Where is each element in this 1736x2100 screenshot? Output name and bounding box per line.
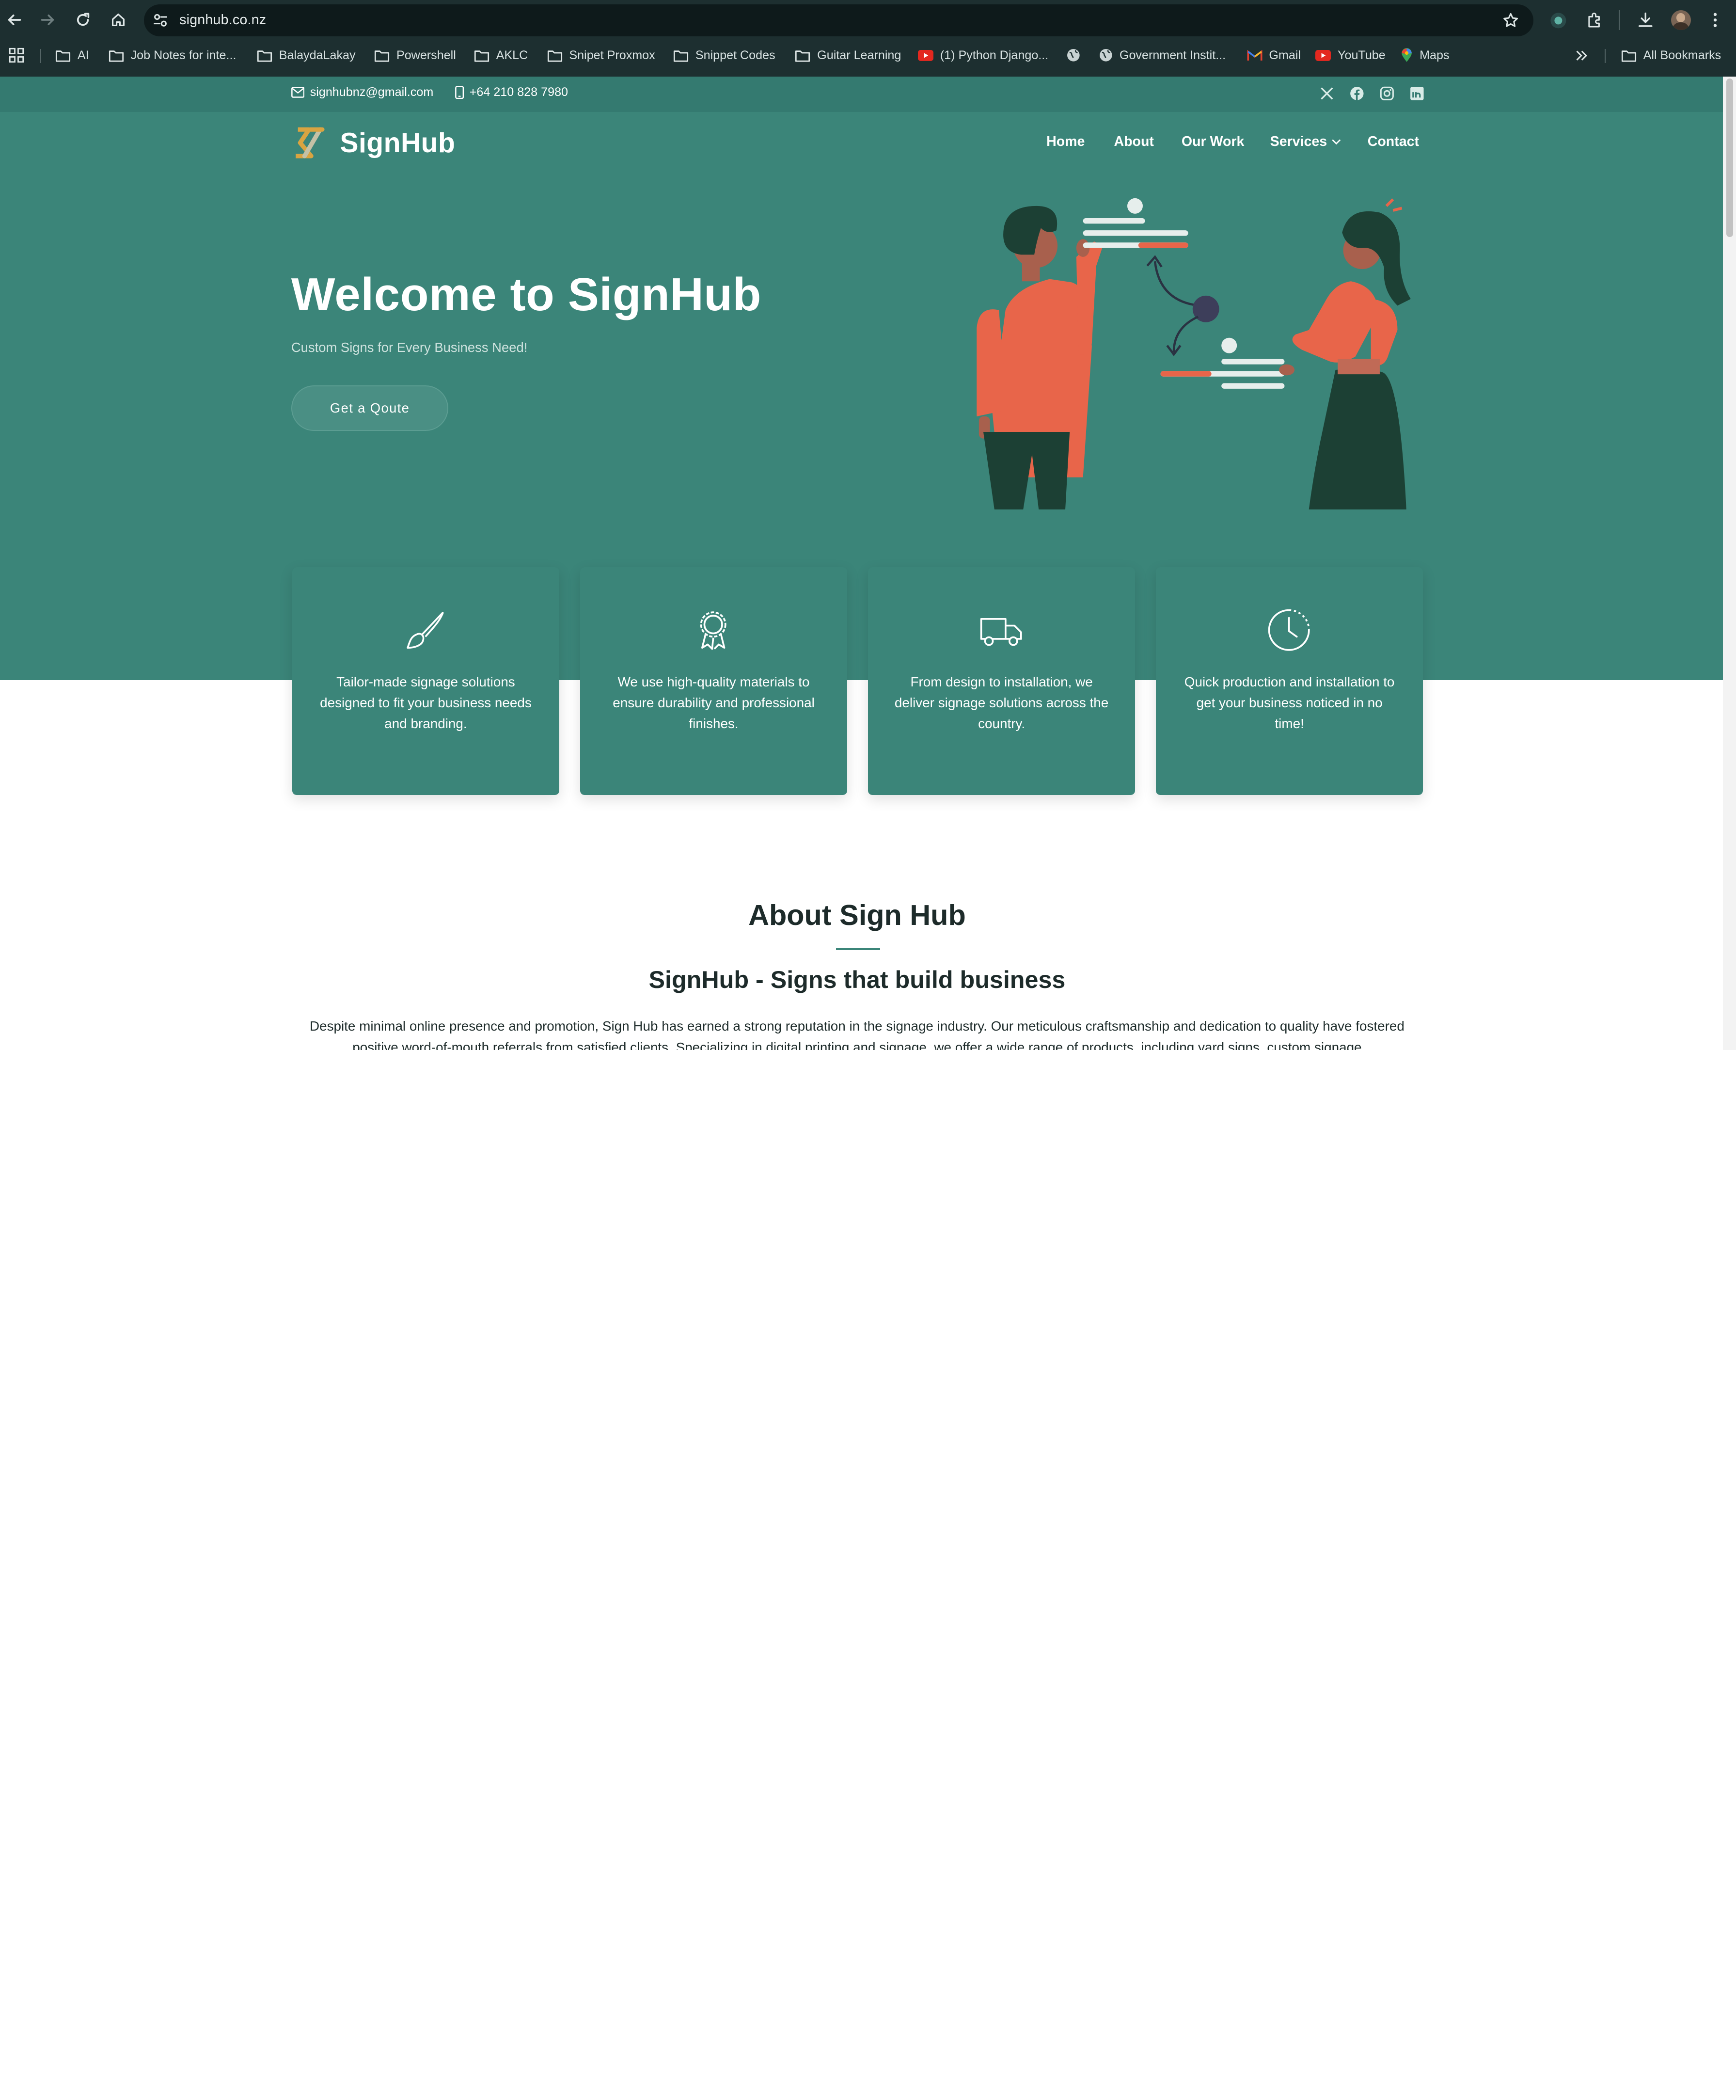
youtube-icon: [918, 49, 934, 61]
bookmark-ai[interactable]: AI: [55, 43, 89, 67]
paintbrush-icon: [403, 608, 447, 652]
page-scrollbar[interactable]: [1723, 76, 1736, 1050]
apps-grid-icon[interactable]: [9, 48, 24, 63]
reload-icon[interactable]: [72, 9, 95, 31]
folder-icon: [474, 49, 489, 62]
feature-text: Quick production and installation to get…: [1184, 674, 1395, 732]
bookmark-maps[interactable]: Maps: [1401, 43, 1450, 67]
forward-icon[interactable]: [36, 9, 59, 31]
youtube-icon: [1315, 49, 1331, 61]
folder-icon: [55, 49, 71, 62]
folder-icon: [547, 49, 563, 62]
bookmark-globe[interactable]: [1066, 43, 1081, 67]
about-divider: [836, 948, 881, 951]
hero-subtitle: Custom Signs for Every Business Need!: [291, 340, 528, 355]
about-title: About Sign Hub: [748, 898, 966, 931]
bookmark-snippet-codes[interactable]: Snippet Codes: [673, 43, 775, 67]
home-icon[interactable]: [108, 9, 130, 31]
folder-icon: [257, 49, 272, 62]
nav-our-work[interactable]: Our Work: [1182, 134, 1245, 150]
feature-text: Tailor-made signage solutions designed t…: [320, 674, 532, 732]
feature-card-quality: We use high-quality materials to ensure …: [580, 567, 847, 795]
brand-name: SignHub: [340, 127, 456, 159]
address-bar[interactable]: signhub.co.nz: [144, 4, 1534, 37]
bookmark-star-icon[interactable]: [1502, 12, 1519, 29]
bookmark-aklc[interactable]: AKLC: [474, 43, 528, 67]
folder-icon: [374, 49, 390, 62]
award-icon: [691, 608, 735, 652]
bookmark-snipet-proxmox[interactable]: Snipet Proxmox: [547, 43, 655, 67]
gmail-icon: [1247, 49, 1263, 62]
folder-icon: [795, 49, 810, 62]
extension-icon[interactable]: [1549, 11, 1568, 30]
about-body: Despite minimal online presence and prom…: [309, 1018, 1405, 1050]
browser-window: signhub.co.nz AI Job Notes for inte... B…: [0, 0, 1736, 1050]
phone-link[interactable]: +64 210 828 7980: [455, 85, 568, 99]
feature-text: We use high-quality materials to ensure …: [613, 674, 815, 732]
facebook-icon[interactable]: [1350, 86, 1364, 101]
profile-avatar[interactable]: [1671, 10, 1691, 30]
truck-icon: [979, 608, 1023, 652]
bookmark-job-notes[interactable]: Job Notes for inte...: [109, 43, 236, 67]
contact-topbar: signhubnz@gmail.com +64 210 828 7980: [0, 76, 1736, 112]
more-bookmarks-icon[interactable]: [1575, 49, 1588, 62]
feature-text: From design to installation, we deliver …: [894, 674, 1109, 732]
download-icon[interactable]: [1637, 11, 1655, 29]
extensions-puzzle-icon[interactable]: [1586, 11, 1604, 29]
globe-icon: [1099, 48, 1113, 63]
clock-icon: [1267, 608, 1311, 652]
nav-services-label: Services: [1270, 134, 1327, 150]
folder-icon: [1621, 49, 1637, 62]
folder-icon: [109, 49, 124, 62]
feature-card-delivery: From design to installation, we deliver …: [868, 567, 1135, 795]
bookmark-youtube[interactable]: YouTube: [1315, 43, 1386, 67]
browser-chrome: signhub.co.nz AI Job Notes for inte... B…: [0, 0, 1736, 77]
linkedin-icon[interactable]: [1410, 86, 1424, 101]
feature-card-custom: Tailor-made signage solutions designed t…: [292, 567, 559, 795]
instagram-icon[interactable]: [1380, 86, 1394, 101]
signhub-logo-icon: [291, 125, 327, 160]
about-subtitle: SignHub - Signs that build business: [648, 966, 1066, 994]
hero-illustration: [952, 195, 1428, 509]
email-link[interactable]: signhubnz@gmail.com: [291, 85, 433, 99]
feature-card-speed: Quick production and installation to get…: [1156, 567, 1423, 795]
get-quote-button[interactable]: Get a Qoute: [291, 385, 449, 431]
site-info-icon[interactable]: [153, 13, 168, 28]
x-icon[interactable]: [1320, 86, 1334, 101]
url-text[interactable]: signhub.co.nz: [179, 12, 266, 28]
nav-services[interactable]: Services: [1270, 134, 1341, 150]
bookmarks-divider: [40, 48, 41, 64]
chevron-down-icon: [1331, 139, 1341, 145]
bookmark-python-django[interactable]: (1) Python Django...: [918, 43, 1048, 67]
all-bookmarks[interactable]: All Bookmarks: [1621, 43, 1721, 67]
globe-icon: [1066, 48, 1081, 63]
nav-home[interactable]: Home: [1046, 134, 1085, 150]
browser-menu-icon[interactable]: [1707, 11, 1723, 29]
nav-contact[interactable]: Contact: [1368, 134, 1419, 150]
hero-title: Welcome to SignHub: [291, 268, 762, 320]
bookmarks-divider: [1604, 48, 1606, 64]
bookmark-gmail[interactable]: Gmail: [1247, 43, 1301, 67]
nav-about[interactable]: About: [1114, 134, 1154, 150]
bookmark-powershell[interactable]: Powershell: [374, 43, 456, 67]
envelope-icon: [291, 87, 305, 98]
bookmark-guitar-learning[interactable]: Guitar Learning: [795, 43, 901, 67]
site-logo[interactable]: SignHub: [291, 125, 455, 160]
bookmark-balaydalakay[interactable]: BalaydaLakay: [257, 43, 356, 67]
phone-icon: [455, 85, 464, 99]
maps-icon: [1401, 48, 1413, 63]
back-icon[interactable]: [3, 9, 26, 31]
folder-icon: [673, 49, 689, 62]
scrollbar-thumb[interactable]: [1726, 79, 1733, 237]
toolbar-divider: [1619, 10, 1620, 30]
bookmark-government[interactable]: Government Instit...: [1099, 43, 1226, 67]
